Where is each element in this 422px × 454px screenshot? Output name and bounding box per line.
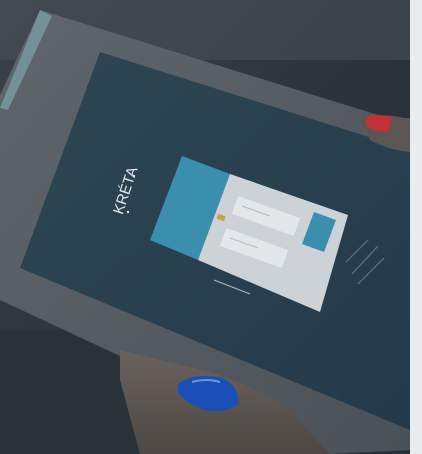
right-edge: [410, 0, 422, 454]
tablet-photo: KRÉTA: [0, 0, 422, 454]
logo-dot-bottom: [126, 210, 130, 214]
logo-dot-top: [132, 174, 136, 178]
photo-scene: KRÉTA: [0, 0, 422, 454]
